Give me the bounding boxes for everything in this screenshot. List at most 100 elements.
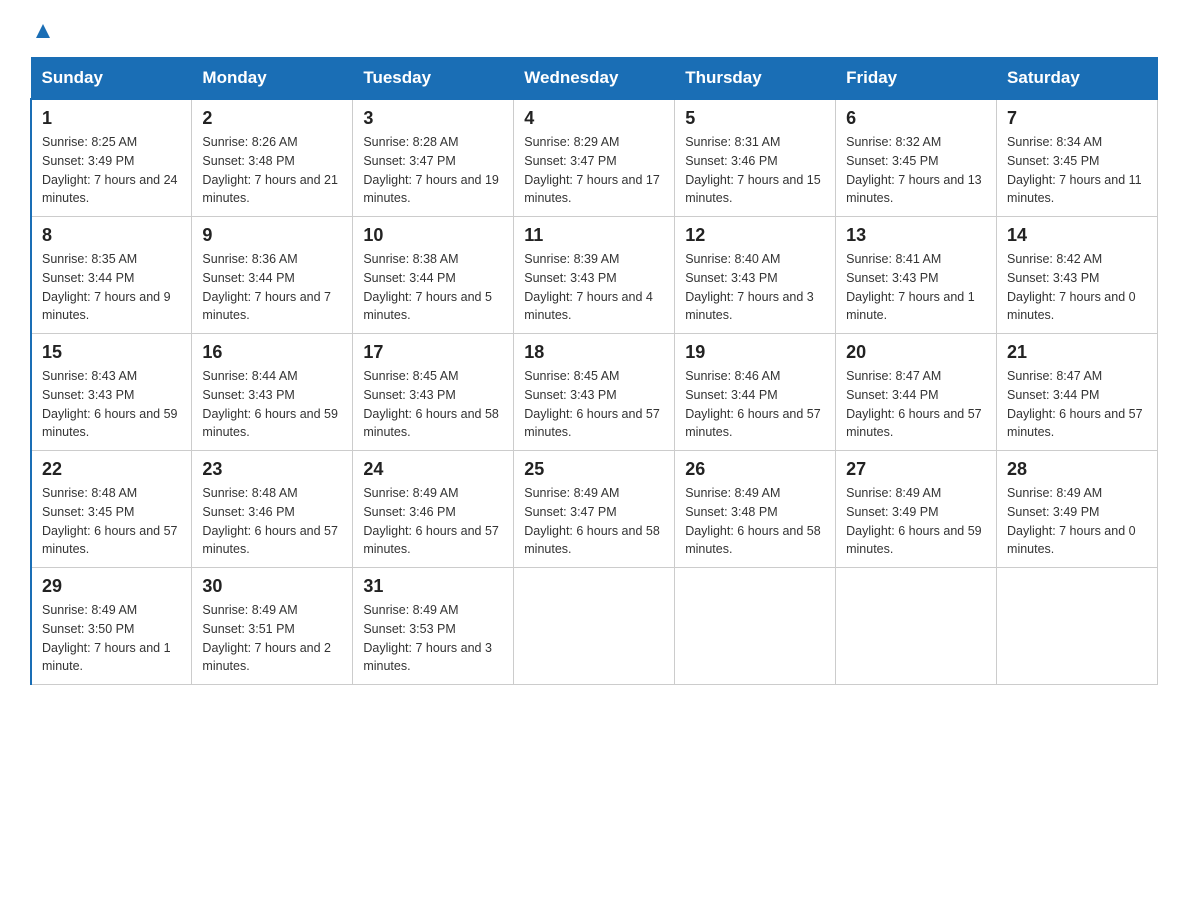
calendar-week-row: 15 Sunrise: 8:43 AM Sunset: 3:43 PM Dayl…	[31, 334, 1158, 451]
sunrise-label: Sunrise: 8:49 AM	[42, 603, 137, 617]
day-info: Sunrise: 8:49 AM Sunset: 3:49 PM Dayligh…	[846, 484, 986, 559]
header-thursday: Thursday	[675, 58, 836, 100]
sunrise-label: Sunrise: 8:47 AM	[1007, 369, 1102, 383]
sunrise-label: Sunrise: 8:47 AM	[846, 369, 941, 383]
day-number: 6	[846, 108, 986, 129]
day-number: 12	[685, 225, 825, 246]
daylight-label: Daylight: 7 hours and 21 minutes.	[202, 173, 338, 206]
sunset-label: Sunset: 3:46 PM	[685, 154, 777, 168]
table-row: 10 Sunrise: 8:38 AM Sunset: 3:44 PM Dayl…	[353, 217, 514, 334]
daylight-label: Daylight: 7 hours and 24 minutes.	[42, 173, 178, 206]
table-row: 1 Sunrise: 8:25 AM Sunset: 3:49 PM Dayli…	[31, 99, 192, 217]
header-saturday: Saturday	[997, 58, 1158, 100]
day-info: Sunrise: 8:47 AM Sunset: 3:44 PM Dayligh…	[846, 367, 986, 442]
table-row: 31 Sunrise: 8:49 AM Sunset: 3:53 PM Dayl…	[353, 568, 514, 685]
table-row: 17 Sunrise: 8:45 AM Sunset: 3:43 PM Dayl…	[353, 334, 514, 451]
sunset-label: Sunset: 3:43 PM	[42, 388, 134, 402]
table-row: 28 Sunrise: 8:49 AM Sunset: 3:49 PM Dayl…	[997, 451, 1158, 568]
day-info: Sunrise: 8:49 AM Sunset: 3:51 PM Dayligh…	[202, 601, 342, 676]
sunrise-label: Sunrise: 8:26 AM	[202, 135, 297, 149]
sunset-label: Sunset: 3:44 PM	[846, 388, 938, 402]
day-info: Sunrise: 8:38 AM Sunset: 3:44 PM Dayligh…	[363, 250, 503, 325]
sunrise-label: Sunrise: 8:25 AM	[42, 135, 137, 149]
daylight-label: Daylight: 7 hours and 4 minutes.	[524, 290, 653, 323]
sunset-label: Sunset: 3:43 PM	[1007, 271, 1099, 285]
calendar-table: Sunday Monday Tuesday Wednesday Thursday…	[30, 57, 1158, 685]
table-row: 24 Sunrise: 8:49 AM Sunset: 3:46 PM Dayl…	[353, 451, 514, 568]
sunrise-label: Sunrise: 8:49 AM	[202, 603, 297, 617]
logo-triangle-icon	[32, 20, 54, 47]
daylight-label: Daylight: 7 hours and 1 minute.	[42, 641, 171, 674]
table-row: 16 Sunrise: 8:44 AM Sunset: 3:43 PM Dayl…	[192, 334, 353, 451]
day-info: Sunrise: 8:35 AM Sunset: 3:44 PM Dayligh…	[42, 250, 181, 325]
sunrise-label: Sunrise: 8:49 AM	[846, 486, 941, 500]
table-row: 3 Sunrise: 8:28 AM Sunset: 3:47 PM Dayli…	[353, 99, 514, 217]
sunset-label: Sunset: 3:43 PM	[202, 388, 294, 402]
day-info: Sunrise: 8:29 AM Sunset: 3:47 PM Dayligh…	[524, 133, 664, 208]
day-info: Sunrise: 8:39 AM Sunset: 3:43 PM Dayligh…	[524, 250, 664, 325]
day-number: 23	[202, 459, 342, 480]
daylight-label: Daylight: 7 hours and 0 minutes.	[1007, 524, 1136, 557]
day-number: 29	[42, 576, 181, 597]
day-number: 2	[202, 108, 342, 129]
sunrise-label: Sunrise: 8:45 AM	[363, 369, 458, 383]
sunset-label: Sunset: 3:43 PM	[524, 388, 616, 402]
day-number: 10	[363, 225, 503, 246]
header-tuesday: Tuesday	[353, 58, 514, 100]
sunrise-label: Sunrise: 8:48 AM	[42, 486, 137, 500]
calendar-week-row: 22 Sunrise: 8:48 AM Sunset: 3:45 PM Dayl…	[31, 451, 1158, 568]
day-number: 31	[363, 576, 503, 597]
sunset-label: Sunset: 3:53 PM	[363, 622, 455, 636]
table-row: 13 Sunrise: 8:41 AM Sunset: 3:43 PM Dayl…	[836, 217, 997, 334]
daylight-label: Daylight: 7 hours and 2 minutes.	[202, 641, 331, 674]
sunrise-label: Sunrise: 8:39 AM	[524, 252, 619, 266]
sunrise-label: Sunrise: 8:34 AM	[1007, 135, 1102, 149]
day-info: Sunrise: 8:40 AM Sunset: 3:43 PM Dayligh…	[685, 250, 825, 325]
day-number: 4	[524, 108, 664, 129]
day-number: 14	[1007, 225, 1147, 246]
sunrise-label: Sunrise: 8:49 AM	[363, 603, 458, 617]
day-number: 28	[1007, 459, 1147, 480]
day-info: Sunrise: 8:25 AM Sunset: 3:49 PM Dayligh…	[42, 133, 181, 208]
table-row	[514, 568, 675, 685]
table-row: 19 Sunrise: 8:46 AM Sunset: 3:44 PM Dayl…	[675, 334, 836, 451]
daylight-label: Daylight: 7 hours and 15 minutes.	[685, 173, 821, 206]
day-info: Sunrise: 8:31 AM Sunset: 3:46 PM Dayligh…	[685, 133, 825, 208]
day-number: 26	[685, 459, 825, 480]
day-number: 15	[42, 342, 181, 363]
day-info: Sunrise: 8:49 AM Sunset: 3:49 PM Dayligh…	[1007, 484, 1147, 559]
day-info: Sunrise: 8:44 AM Sunset: 3:43 PM Dayligh…	[202, 367, 342, 442]
daylight-label: Daylight: 7 hours and 13 minutes.	[846, 173, 982, 206]
day-info: Sunrise: 8:47 AM Sunset: 3:44 PM Dayligh…	[1007, 367, 1147, 442]
table-row: 25 Sunrise: 8:49 AM Sunset: 3:47 PM Dayl…	[514, 451, 675, 568]
sunset-label: Sunset: 3:50 PM	[42, 622, 134, 636]
day-info: Sunrise: 8:32 AM Sunset: 3:45 PM Dayligh…	[846, 133, 986, 208]
sunset-label: Sunset: 3:44 PM	[42, 271, 134, 285]
sunrise-label: Sunrise: 8:35 AM	[42, 252, 137, 266]
sunrise-label: Sunrise: 8:31 AM	[685, 135, 780, 149]
sunset-label: Sunset: 3:46 PM	[202, 505, 294, 519]
sunrise-label: Sunrise: 8:49 AM	[685, 486, 780, 500]
day-number: 5	[685, 108, 825, 129]
sunrise-label: Sunrise: 8:49 AM	[1007, 486, 1102, 500]
day-number: 30	[202, 576, 342, 597]
day-info: Sunrise: 8:48 AM Sunset: 3:45 PM Dayligh…	[42, 484, 181, 559]
daylight-label: Daylight: 6 hours and 57 minutes.	[524, 407, 660, 440]
day-info: Sunrise: 8:45 AM Sunset: 3:43 PM Dayligh…	[363, 367, 503, 442]
daylight-label: Daylight: 6 hours and 58 minutes.	[685, 524, 821, 557]
day-info: Sunrise: 8:46 AM Sunset: 3:44 PM Dayligh…	[685, 367, 825, 442]
table-row: 15 Sunrise: 8:43 AM Sunset: 3:43 PM Dayl…	[31, 334, 192, 451]
header-friday: Friday	[836, 58, 997, 100]
table-row: 29 Sunrise: 8:49 AM Sunset: 3:50 PM Dayl…	[31, 568, 192, 685]
daylight-label: Daylight: 7 hours and 9 minutes.	[42, 290, 171, 323]
daylight-label: Daylight: 6 hours and 57 minutes.	[363, 524, 499, 557]
table-row	[997, 568, 1158, 685]
header-sunday: Sunday	[31, 58, 192, 100]
sunset-label: Sunset: 3:45 PM	[846, 154, 938, 168]
day-info: Sunrise: 8:36 AM Sunset: 3:44 PM Dayligh…	[202, 250, 342, 325]
daylight-label: Daylight: 6 hours and 59 minutes.	[42, 407, 178, 440]
day-info: Sunrise: 8:49 AM Sunset: 3:47 PM Dayligh…	[524, 484, 664, 559]
sunrise-label: Sunrise: 8:29 AM	[524, 135, 619, 149]
sunrise-label: Sunrise: 8:32 AM	[846, 135, 941, 149]
day-info: Sunrise: 8:45 AM Sunset: 3:43 PM Dayligh…	[524, 367, 664, 442]
